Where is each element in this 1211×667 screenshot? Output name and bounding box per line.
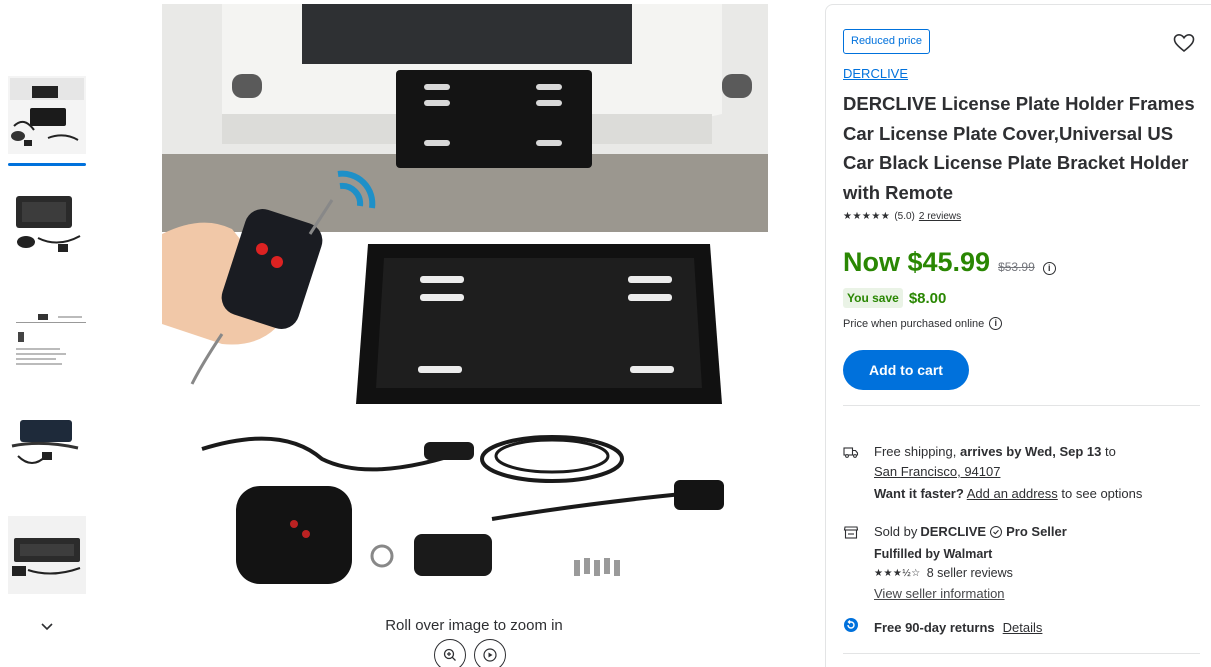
location-link[interactable]: San Francisco, 94107 (874, 464, 1000, 479)
seller-stars: ★★★½☆ (874, 567, 921, 579)
sold-by-label: Sold by (874, 524, 918, 539)
store-icon (843, 526, 859, 539)
sold-by: Sold by DERCLIVE Pro Seller (874, 524, 1067, 539)
thumbnail-list (8, 76, 88, 626)
rating-stars: ★★★★★ (843, 211, 891, 222)
seller-reviews: 8 seller reviews (926, 566, 1013, 580)
you-save-label: You save (843, 288, 903, 308)
savings-row: You save $8.00 (843, 288, 946, 308)
arrival-date: arrives by Wed, Sep 13 (960, 444, 1102, 459)
truck-icon (843, 447, 859, 458)
faster-options: Want it faster? Add an address to see op… (874, 486, 1142, 501)
price-row: Now $45.99 $53.99 i (843, 247, 1056, 278)
heart-icon[interactable] (1172, 31, 1196, 55)
zoom-in-icon (443, 648, 456, 661)
image-controls (434, 639, 506, 667)
verified-badge-icon (990, 525, 1003, 538)
brand-link[interactable]: DERCLIVE (843, 66, 908, 81)
was-price: $53.99 (998, 260, 1035, 274)
price-note-text: Price when purchased online (843, 317, 985, 330)
faster-label: Want it faster? (874, 486, 964, 501)
play-icon (483, 648, 497, 662)
returns-details-link[interactable]: Details (1003, 620, 1043, 635)
faster-suffix: to see options (1061, 486, 1143, 501)
current-price: Now $45.99 (843, 247, 991, 277)
product-rating: ★★★★★ (5.0) 2 reviews (843, 211, 961, 222)
fulfilled-by: Fulfilled by Walmart (874, 547, 993, 561)
seller-name[interactable]: DERCLIVE (920, 524, 986, 539)
divider (843, 653, 1200, 654)
add-to-cart-button[interactable]: Add to cart (843, 350, 969, 390)
returns-icon (844, 618, 858, 632)
info-icon[interactable]: i (1042, 262, 1056, 275)
pro-seller-label: Pro Seller (1006, 524, 1067, 539)
returns-info: Free 90-day returns Details (874, 620, 1042, 635)
price-note: Price when purchased online i (843, 317, 1003, 330)
add-address-link[interactable]: Add an address (967, 486, 1058, 501)
product-title: DERCLIVE License Plate Holder Frames Car… (843, 93, 1195, 203)
main-product-image[interactable] (162, 4, 768, 611)
thumbnail-3[interactable] (8, 296, 86, 374)
zoom-hint: Roll over image to zoom in (385, 617, 563, 634)
chevron-down-icon[interactable] (37, 616, 57, 636)
thumbnail-5[interactable] (8, 516, 86, 594)
reviews-link[interactable]: 2 reviews (919, 211, 961, 222)
savings-amount: $8.00 (908, 289, 947, 307)
video-button[interactable] (474, 639, 506, 667)
divider (843, 405, 1200, 406)
rating-value: (5.0) (894, 211, 915, 222)
shipping-to: to (1101, 444, 1116, 459)
thumbnail-2[interactable] (8, 186, 86, 264)
thumbnail-1[interactable] (8, 76, 86, 166)
thumbnail-4[interactable] (8, 406, 86, 484)
reduced-price-badge: Reduced price (843, 29, 930, 54)
product-info-panel: Reduced price DERCLIVE DERCLIVE License … (825, 4, 1211, 667)
shipping-info: Free shipping, arrives by Wed, Sep 13 to… (874, 442, 1194, 482)
seller-rating: ★★★½☆ 8 seller reviews (874, 566, 1013, 580)
returns-label: Free 90-day returns (874, 620, 995, 635)
shipping-prefix: Free shipping, (874, 444, 960, 459)
view-seller-information-link[interactable]: View seller information (874, 586, 1005, 601)
zoom-button[interactable] (434, 639, 466, 667)
info-icon[interactable]: i (989, 317, 1003, 330)
